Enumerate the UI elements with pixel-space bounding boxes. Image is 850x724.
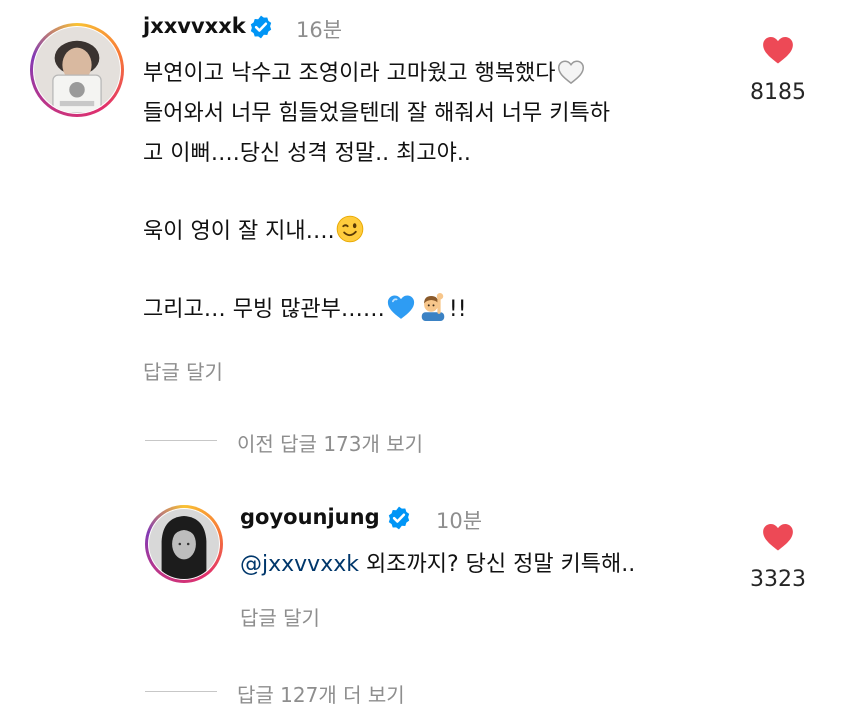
comment-text-line-2: 들어와서 너무 힘들었을텐데 잘 해줘서 너무 키특하 bbox=[143, 94, 610, 134]
reply-username[interactable]: goyounjung bbox=[240, 505, 380, 529]
verified-badge-icon bbox=[250, 15, 272, 39]
reply-button[interactable]: 답글 달기 bbox=[240, 602, 320, 631]
view-replies-divider bbox=[145, 440, 217, 441]
like-count: 8185 bbox=[750, 80, 806, 105]
comment-text-suffix: !! bbox=[448, 297, 467, 322]
comment-text: 들어와서 너무 힘들었을텐데 잘 해줘서 너무 키특하 bbox=[143, 101, 611, 126]
reply-text-line: @jxxvvxxk 외조까지? 당신 정말 키특해.. bbox=[240, 545, 635, 585]
avatar-photo-image bbox=[34, 27, 120, 113]
blue-heart-icon bbox=[387, 295, 415, 319]
reply-button[interactable]: 답글 달기 bbox=[143, 356, 223, 385]
reply-mention[interactable]: @jxxvvxxk bbox=[240, 552, 359, 577]
commenter-avatar[interactable] bbox=[30, 23, 124, 117]
comment-text: 고 이뻐….당신 성격 정말.. 최고야.. bbox=[143, 141, 471, 166]
comment-time: 16분 bbox=[296, 18, 343, 42]
like-count: 3323 bbox=[750, 567, 806, 592]
comment-text-line-1: 부연이고 낙수고 조영이라 고마웠고 행복했다 bbox=[143, 54, 586, 94]
view-more-replies-button[interactable]: 답글 127개 더 보기 bbox=[237, 679, 405, 708]
reply-time: 10분 bbox=[436, 509, 483, 533]
white-heart-icon bbox=[557, 60, 584, 85]
comment-thread: jxxvvxxk 16분 부연이고 낙수고 조영이라 고마웠고 행복했다 들어와… bbox=[0, 0, 850, 724]
comment-text-line-5: 그리고… 무빙 많관부…… !! bbox=[143, 290, 467, 330]
person-raising-hand-icon bbox=[421, 293, 445, 321]
winking-face-icon bbox=[336, 215, 363, 243]
avatar-photo bbox=[34, 27, 120, 113]
verified-badge-icon bbox=[388, 506, 410, 530]
view-replies-divider bbox=[145, 691, 217, 692]
comment-text: 욱이 영이 잘 지내…. bbox=[143, 219, 335, 244]
view-previous-replies-button[interactable]: 이전 답글 173개 보기 bbox=[237, 428, 423, 457]
comment-text: 그리고… 무빙 많관부…… bbox=[143, 297, 385, 322]
like-heart-icon[interactable] bbox=[761, 34, 795, 66]
comment-text-line-4: 욱이 영이 잘 지내…. bbox=[143, 212, 365, 252]
comment-text: 부연이고 낙수고 조영이라 고마웠고 행복했다 bbox=[143, 61, 556, 86]
comment-text-line-3: 고 이뻐….당신 성격 정말.. 최고야.. bbox=[143, 134, 471, 174]
avatar-photo-image bbox=[149, 509, 219, 579]
reply-text: 외조까지? 당신 정말 키특해.. bbox=[358, 552, 636, 577]
reply-avatar[interactable] bbox=[145, 505, 223, 583]
like-heart-icon[interactable] bbox=[761, 521, 795, 553]
comment-username[interactable]: jxxvvxxk bbox=[143, 14, 246, 38]
avatar-photo bbox=[149, 509, 219, 579]
